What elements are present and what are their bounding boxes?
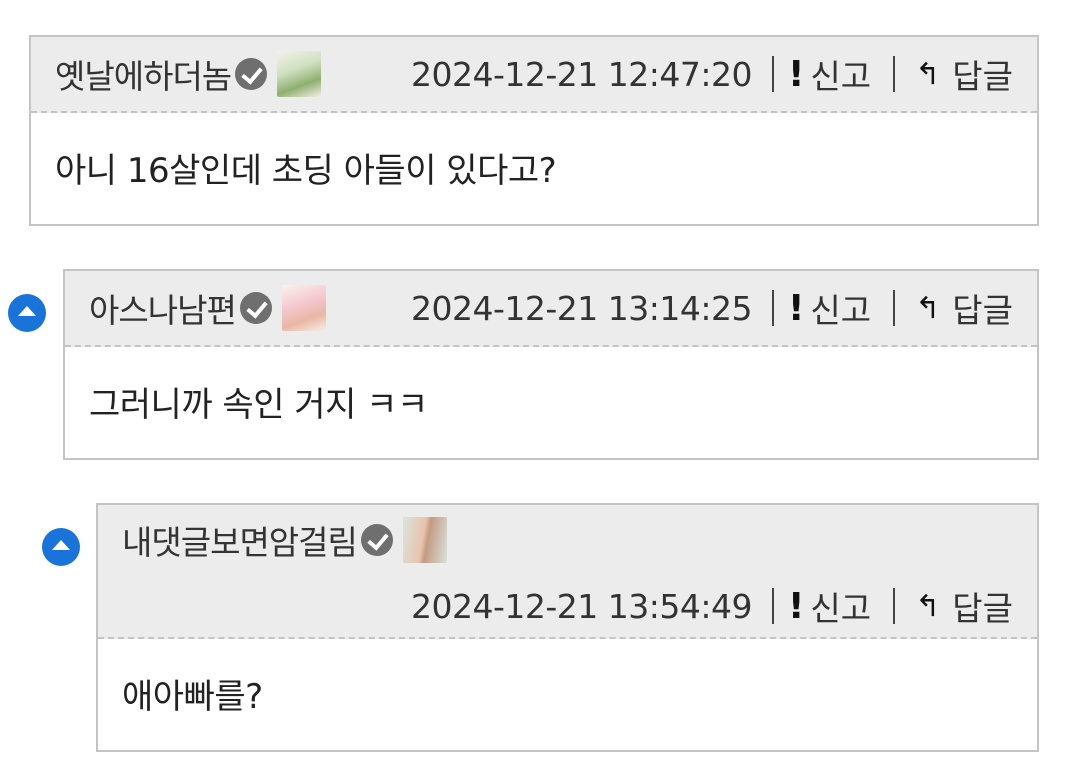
author-name[interactable]: 내댓글보면암걸림: [122, 516, 358, 564]
comment-header: 아스나남편 2024-12-21 13:14:25 ! 신고 ↰ 답글: [65, 271, 1037, 347]
divider: [771, 56, 774, 92]
timestamp: 2024-12-21 12:47:20: [410, 54, 752, 94]
report-label: 신고: [810, 291, 872, 330]
avatar[interactable]: [277, 51, 322, 97]
comment-text: 아니 16살인데 초딩 아들이 있다고?: [55, 150, 557, 191]
exclamation-icon: !: [787, 53, 805, 95]
divider: [893, 56, 896, 92]
verified-check-icon: [239, 292, 272, 324]
report-button[interactable]: ! 신고: [788, 284, 871, 332]
report-button[interactable]: ! 신고: [788, 50, 871, 98]
collapse-thread-button[interactable]: [8, 294, 46, 332]
reply-arrow-icon: ↰: [915, 56, 941, 92]
timestamp: 2024-12-21 13:54:49: [410, 586, 752, 626]
reply-button[interactable]: ↰ 답글: [915, 284, 1013, 332]
exclamation-icon: !: [787, 287, 805, 329]
comment-text: 그러니까 속인 거지 ㅋㅋ: [89, 384, 428, 425]
verified-check-icon: [235, 58, 268, 90]
comment-text: 애아빠를?: [122, 676, 263, 717]
avatar[interactable]: [281, 285, 326, 331]
comment-header: 내댓글보면암걸림 2024-12-21 13:54:49 ! 신고 ↰ 답글: [98, 505, 1037, 639]
divider: [893, 290, 896, 326]
comment-3: 내댓글보면암걸림 2024-12-21 13:54:49 ! 신고 ↰ 답글 애…: [96, 503, 1039, 752]
verified-check-icon: [360, 524, 393, 556]
reply-button[interactable]: ↰ 답글: [915, 50, 1013, 98]
report-label: 신고: [810, 57, 872, 96]
reply-arrow-icon: ↰: [915, 290, 941, 326]
comment-header: 옛날에하더놈 2024-12-21 12:47:20 ! 신고 ↰ 답글: [31, 37, 1037, 113]
divider: [893, 588, 896, 624]
collapse-thread-button[interactable]: [42, 528, 80, 566]
author-name[interactable]: 아스나남편: [89, 284, 237, 332]
avatar[interactable]: [402, 517, 447, 563]
report-label: 신고: [810, 589, 872, 628]
reply-label: 답글: [952, 57, 1013, 96]
reply-arrow-icon: ↰: [915, 588, 941, 624]
exclamation-icon: !: [787, 585, 805, 627]
reply-label: 답글: [952, 291, 1013, 330]
report-button[interactable]: ! 신고: [788, 582, 871, 630]
comment-1: 옛날에하더놈 2024-12-21 12:47:20 ! 신고 ↰ 답글 아니 …: [29, 35, 1039, 226]
timestamp: 2024-12-21 13:14:25: [410, 288, 752, 328]
divider: [771, 290, 774, 326]
comment-2: 아스나남편 2024-12-21 13:14:25 ! 신고 ↰ 답글 그러니까…: [63, 269, 1039, 460]
divider: [771, 588, 774, 624]
reply-label: 답글: [952, 589, 1013, 628]
reply-button[interactable]: ↰ 답글: [915, 582, 1013, 630]
author-name[interactable]: 옛날에하더놈: [55, 50, 232, 98]
